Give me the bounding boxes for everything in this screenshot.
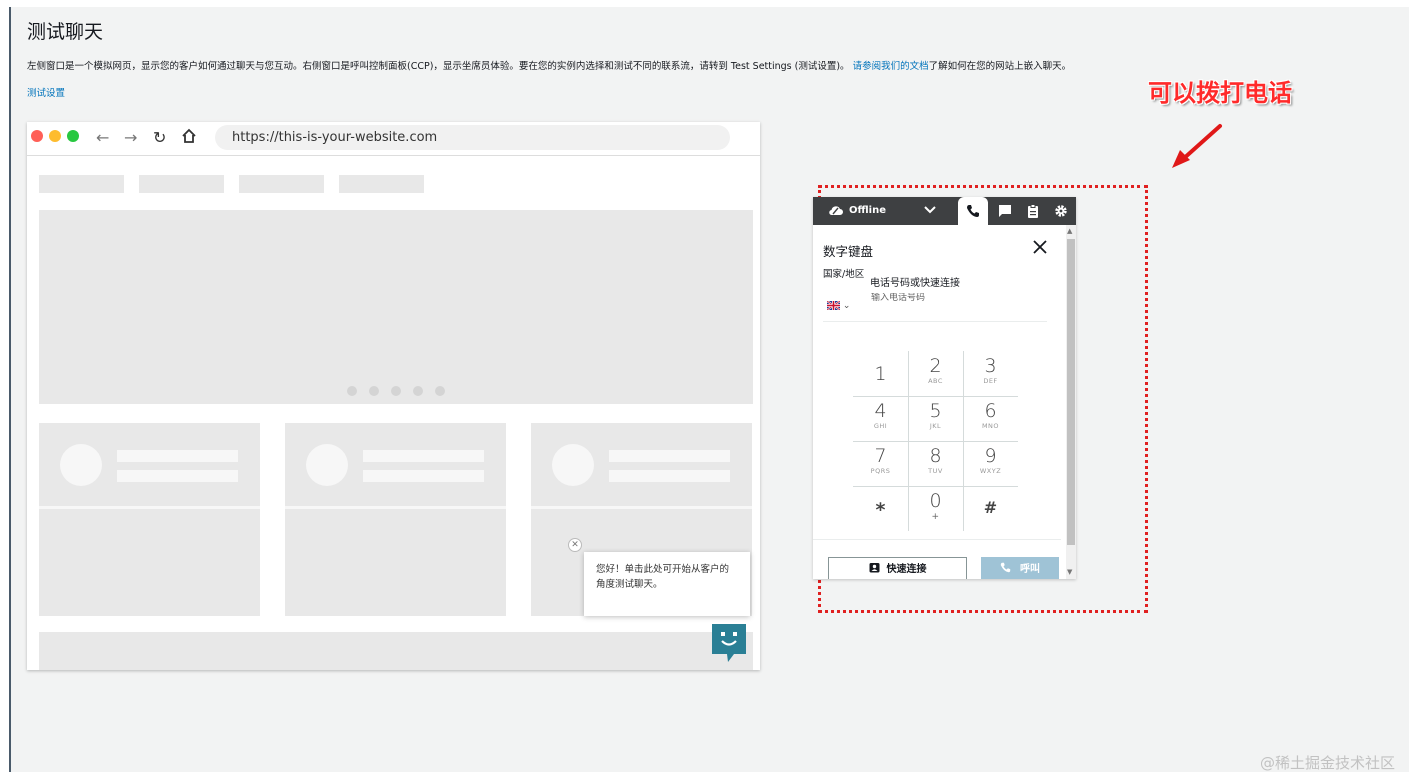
- intro-description: 左侧窗口是一个模拟网页，显示您的客户如何通过聊天与您互动。右侧窗口是呼叫控制面板…: [27, 61, 850, 72]
- call-button[interactable]: 呼叫: [981, 557, 1059, 579]
- uk-flag-icon: [826, 300, 841, 311]
- placeholder-avatar: [60, 444, 102, 486]
- chat-launcher-icon[interactable]: [710, 622, 748, 664]
- placeholder-line: [117, 470, 238, 482]
- quick-connect-label: 快速连接: [886, 564, 927, 575]
- window-close-dot: [31, 130, 43, 142]
- scroll-up-icon[interactable]: ▲: [1067, 227, 1072, 235]
- contact-control-panel: Offline 数字键盘 国家/地区 ⌄ 电话号码或快速连接 输入电话号码 1 …: [813, 197, 1076, 579]
- back-arrow-icon: ←: [96, 128, 110, 147]
- dialpad-key-hash[interactable]: #: [963, 486, 1018, 531]
- close-icon[interactable]: [1033, 239, 1047, 258]
- ccp-scrollbar[interactable]: ▲ ▼: [1066, 225, 1076, 579]
- placeholder-line: [609, 470, 730, 482]
- chat-greeting-bubble[interactable]: 您好！单击此处可开始从客户的角度测试聊天。: [584, 552, 750, 616]
- intro-text: 左侧窗口是一个模拟网页，显示您的客户如何通过聊天与您互动。右侧窗口是呼叫控制面板…: [27, 58, 1071, 72]
- placeholder-nav-item: [139, 175, 224, 193]
- documentation-link[interactable]: 请参阅我们的文档: [853, 61, 929, 72]
- dialpad-keypad: 1 2 ABC 3 DEF 4 GHI 5 JKL 6 MNO 7 PQRS 8 TUV 9W…: [853, 351, 1018, 531]
- phone-number-input[interactable]: [871, 293, 1046, 303]
- placeholder-nav-item: [339, 175, 424, 193]
- cloud-icon: [828, 205, 843, 219]
- scroll-down-icon[interactable]: ▼: [1067, 568, 1072, 576]
- dialpad-key-0[interactable]: 0 +: [908, 486, 963, 531]
- tab-tasks[interactable]: [1018, 197, 1046, 225]
- placeholder-avatar: [306, 444, 348, 486]
- dialpad-key-9[interactable]: 9 WXYZ: [963, 441, 1018, 486]
- agent-status-dropdown[interactable]: Offline: [813, 197, 956, 225]
- divider: [823, 321, 1047, 322]
- carousel-dot: [391, 386, 401, 396]
- chevron-down-icon: [924, 206, 936, 217]
- dialpad-key-6[interactable]: 6 MNO: [963, 396, 1018, 441]
- dialpad-view: 数字键盘 国家/地区 ⌄ 电话号码或快速连接 1 2ABC 3DEF 4GHI …: [813, 225, 1061, 579]
- forward-arrow-icon: →: [124, 128, 138, 147]
- tab-phone[interactable]: [958, 197, 988, 225]
- dialpad-title: 数字键盘: [823, 244, 874, 259]
- phone-icon: [967, 205, 979, 217]
- country-select[interactable]: ⌄: [826, 300, 851, 311]
- placeholder-hero-banner: [39, 210, 753, 404]
- quick-connect-button[interactable]: 快速连接: [828, 557, 967, 579]
- annotation-arrow-icon: [1168, 122, 1228, 176]
- home-icon: [181, 128, 197, 148]
- phone-number-label: 电话号码或快速连接: [870, 278, 960, 289]
- window-maximize-dot: [67, 130, 79, 142]
- watermark: @稀土掘金技术社区: [1260, 754, 1396, 772]
- clipboard-icon: [1028, 204, 1038, 218]
- close-icon[interactable]: ✕: [568, 538, 582, 552]
- contact-card-icon: [869, 563, 879, 573]
- divider: [813, 539, 1061, 540]
- chat-icon: [999, 205, 1011, 217]
- carousel-dot: [347, 386, 357, 396]
- placeholder-line: [609, 450, 730, 462]
- tab-chat[interactable]: [990, 197, 1018, 225]
- carousel-dot: [413, 386, 423, 396]
- dialpad-key-3[interactable]: 3 DEF: [963, 351, 1018, 396]
- carousel-dot: [435, 386, 445, 396]
- intro-suffix: 了解如何在您的网站上嵌入聊天。: [928, 61, 1072, 72]
- country-label: 国家/地区: [823, 269, 865, 280]
- dialpad-key-4[interactable]: 4 GHI: [853, 396, 908, 441]
- placeholder-nav-item: [239, 175, 324, 193]
- dialpad-key-8[interactable]: 8 TUV: [908, 441, 963, 486]
- dialpad-key-1[interactable]: 1: [853, 351, 908, 396]
- dialpad-key-star[interactable]: *: [853, 486, 908, 531]
- agent-status-label: Offline: [849, 205, 886, 216]
- placeholder-line: [363, 450, 484, 462]
- scrollbar-thumb[interactable]: [1067, 239, 1075, 545]
- phone-icon: [1000, 562, 1011, 573]
- address-bar: https://this-is-your-website.com: [215, 125, 730, 150]
- reload-icon: ↻: [153, 128, 167, 147]
- dialpad-key-2[interactable]: 2 ABC: [908, 351, 963, 396]
- browser-toolbar: ← → ↻ https://this-is-your-website.com: [27, 122, 760, 156]
- window-minimize-dot: [49, 130, 61, 142]
- ccp-topbar: Offline: [813, 197, 1076, 225]
- dialpad-key-5[interactable]: 5 JKL: [908, 396, 963, 441]
- gear-icon: [1055, 205, 1067, 217]
- placeholder-avatar: [552, 444, 594, 486]
- call-label: 呼叫: [1020, 564, 1040, 575]
- chevron-down-icon: ⌄: [842, 301, 851, 311]
- test-settings-link[interactable]: 测试设置: [27, 85, 65, 99]
- annotation-callout: 可以拨打电话: [1148, 79, 1292, 107]
- placeholder-footer: [39, 632, 753, 670]
- placeholder-line: [117, 450, 238, 462]
- page-title: 测试聊天: [27, 21, 104, 43]
- placeholder-nav-item: [39, 175, 124, 193]
- carousel-dot: [369, 386, 379, 396]
- placeholder-divider: [285, 506, 506, 509]
- placeholder-divider: [39, 506, 260, 509]
- placeholder-divider: [531, 506, 752, 509]
- tab-settings[interactable]: [1046, 197, 1074, 225]
- dialpad-key-7[interactable]: 7 PQRS: [853, 441, 908, 486]
- placeholder-line: [363, 470, 484, 482]
- mock-customer-website: ← → ↻ https://this-is-your-website.com ✕…: [27, 122, 760, 670]
